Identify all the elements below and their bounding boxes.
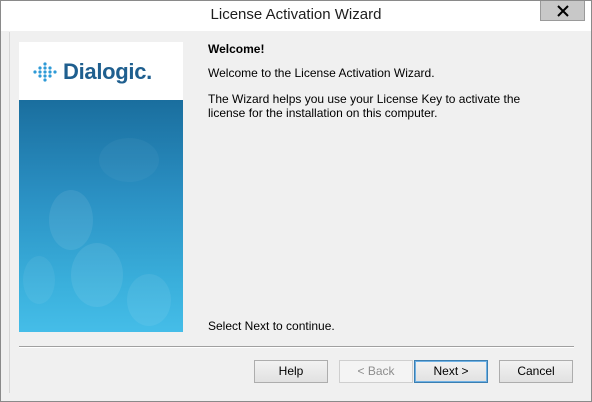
page-heading: Welcome!: [208, 42, 265, 56]
close-icon: [557, 5, 569, 17]
decorative-bubbles-icon: [23, 138, 171, 326]
cancel-button[interactable]: Cancel: [499, 360, 573, 383]
banner-graphic: [19, 100, 183, 332]
footer-divider: [19, 346, 574, 348]
next-button[interactable]: Next >: [414, 360, 488, 383]
description-text: The Wizard helps you use your License Ke…: [208, 92, 521, 120]
title-bar[interactable]: License Activation Wizard: [1, 1, 591, 31]
logo-area: Dialogic.: [19, 42, 183, 100]
window-title: License Activation Wizard: [210, 6, 382, 23]
intro-text: Welcome to the License Activation Wizard…: [208, 66, 435, 80]
close-button[interactable]: [540, 1, 585, 21]
help-button[interactable]: Help: [254, 360, 328, 383]
wizard-body: Dialogic. Welcome! Welcome to the Licens…: [9, 32, 583, 393]
wizard-window: License Activation Wizard Dialogic. Welc…: [0, 0, 592, 402]
back-button[interactable]: < Back: [339, 360, 413, 383]
side-banner: Dialogic.: [19, 42, 183, 332]
continue-prompt: Select Next to continue.: [208, 319, 335, 333]
dialogic-logo-icon: [33, 62, 57, 82]
logo-text: Dialogic.: [63, 59, 152, 84]
